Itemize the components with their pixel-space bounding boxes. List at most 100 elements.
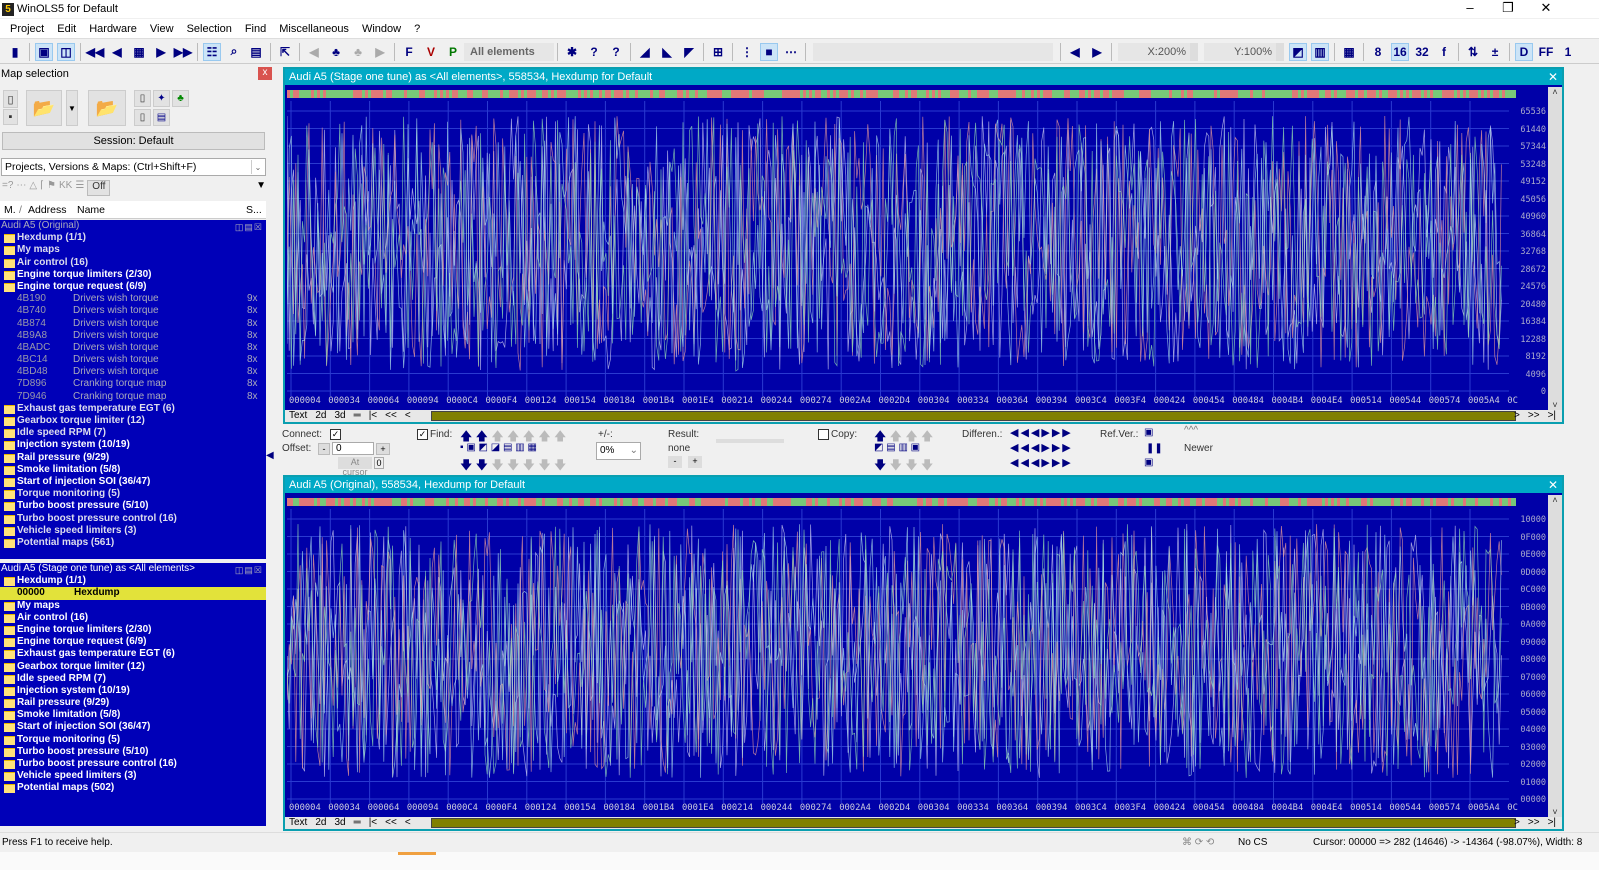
tree-folder[interactable]: Turbo boost pressure (5/10) (0, 746, 266, 758)
offset-minus-button[interactable]: - (318, 443, 330, 455)
tree-item[interactable]: 7D896 Cranking torque map 8x (0, 378, 266, 390)
view-tab[interactable]: ═ (354, 817, 361, 828)
car-icon[interactable]: ♣ (172, 90, 189, 107)
filter-off-button[interactable]: Off (87, 180, 111, 196)
ref-version-2-icon[interactable]: ▣ (1144, 457, 1153, 468)
tree-folder[interactable]: Vehicle speed limiters (3) (0, 525, 266, 537)
tree-folder[interactable]: Torque monitoring (5) (0, 488, 266, 500)
offset-input[interactable]: 0 (332, 442, 374, 455)
view-tab[interactable]: 3d (334, 410, 345, 421)
ref-version-icon[interactable]: ▣ (1144, 427, 1153, 438)
view-tab[interactable]: < (405, 410, 411, 421)
hexdump-plot[interactable] (286, 509, 1509, 803)
tree-folder[interactable]: Start of injection SOI (36/47) (0, 721, 266, 733)
tree-folder[interactable]: My maps (0, 600, 266, 612)
table-icon[interactable]: ▦ (1340, 43, 1358, 61)
tool-b-icon[interactable]: ◣ (658, 43, 676, 61)
tree-folder[interactable]: Engine torque limiters (2/30) (0, 269, 266, 281)
p-icon[interactable]: P (444, 43, 462, 61)
view-2d-icon[interactable]: ◩ (1289, 42, 1307, 61)
copy-down-icons[interactable]: 🡇 🡇 🡇 🡇 (874, 456, 933, 477)
filter-kk-icon[interactable]: KK (59, 180, 72, 196)
wizard-icon[interactable]: ✱ (563, 43, 581, 61)
filter-lines-icon[interactable]: ☰ (75, 180, 84, 196)
pause-icon[interactable]: ❚❚ (1146, 443, 1163, 454)
tree-item-selected[interactable]: 00000 Hexdump (0, 587, 266, 600)
tree-folder[interactable]: Hexdump (1/1) (0, 575, 266, 587)
tree-folder[interactable]: Engine torque limiters (2/30) (0, 624, 266, 636)
col-name[interactable]: Name (77, 201, 105, 219)
nav-button[interactable]: > (1514, 817, 1520, 828)
view-tab[interactable]: 2d (315, 410, 326, 421)
filter-triangle-icon[interactable]: △ (29, 180, 37, 196)
decimal-icon[interactable]: D (1515, 42, 1533, 61)
menu-project[interactable]: Project (10, 23, 44, 35)
tree-item[interactable]: 4BADC Drivers wish torque 8x (0, 342, 266, 354)
car-gray-icon[interactable]: ♣ (349, 43, 367, 61)
left-icon[interactable]: ◀ (1066, 43, 1084, 61)
last-icon[interactable]: ▶▶ (174, 43, 192, 61)
filter-dropdown-icon[interactable]: ▼ (256, 180, 266, 196)
horizontal-scrollbar[interactable] (431, 411, 1516, 421)
step-icon[interactable]: ⋯ (782, 43, 800, 61)
menu-selection[interactable]: Selection (187, 23, 232, 35)
x-zoom-spinner[interactable]: X:200% (1118, 42, 1198, 61)
filter-flag-icon[interactable]: ⚑ (47, 180, 56, 196)
connect-checkbox[interactable]: ✓ (330, 429, 341, 440)
view-tab[interactable]: << (385, 817, 397, 828)
import-icon[interactable]: ⊞ (709, 43, 727, 61)
tree-item[interactable]: 4BC14 Drivers wish torque 8x (0, 354, 266, 366)
tree-folder[interactable]: Gearbox torque limiter (12) (0, 661, 266, 673)
color-icon[interactable]: ■ (760, 42, 778, 61)
f-icon[interactable]: F (400, 43, 418, 61)
wizard-icon[interactable]: ✦ (153, 90, 170, 107)
open-version-icon[interactable]: 📂 (88, 90, 126, 126)
view-tab[interactable]: << (385, 410, 397, 421)
lohi-icon[interactable]: ⇅ (1464, 43, 1482, 61)
tool-c-icon[interactable]: ◤ (680, 43, 698, 61)
car-icon[interactable]: ♣ (327, 43, 345, 61)
panel-close-button[interactable]: x (258, 67, 272, 80)
open-project-icon[interactable]: 📂 (26, 90, 62, 126)
tree-original[interactable]: Audi A5 (Original) ◫▤☒ Hexdump (1/1) My ma… (0, 220, 266, 559)
nav-button[interactable]: >> (1528, 410, 1540, 421)
result-slider[interactable] (716, 439, 784, 443)
tree-item[interactable]: 4B874 Drivers wish torque 8x (0, 318, 266, 330)
context-help-icon[interactable]: ? (607, 43, 625, 61)
tree-folder[interactable]: Potential maps (502) (0, 782, 266, 794)
find-checkbox[interactable]: ✓ (417, 429, 428, 440)
tree-folder[interactable]: Injection system (10/19) (0, 439, 266, 451)
search-icon[interactable]: ⌕ (225, 43, 243, 61)
v-icon[interactable]: V (422, 43, 440, 61)
splitter[interactable] (266, 220, 272, 820)
menu-edit[interactable]: Edit (57, 23, 76, 35)
menu-help[interactable]: ? (414, 23, 420, 35)
filter-input[interactable]: Projects, Versions & Maps: (Ctrl+Shift+F… (1, 158, 266, 176)
view-tab[interactable]: Text (289, 410, 307, 421)
slider-area[interactable] (813, 42, 1053, 61)
next-icon[interactable]: ▶ (152, 43, 170, 61)
tree-folder[interactable]: My maps (0, 244, 266, 256)
tree-folder[interactable]: Exhaust gas temperature EGT (6) (0, 403, 266, 415)
list-icon[interactable]: ☷ (203, 42, 221, 61)
columns-icon[interactable]: ⋮ (738, 43, 756, 61)
collapse-arrow-icon[interactable]: ◀ (266, 450, 274, 461)
close-icon[interactable]: ✕ (1548, 69, 1558, 85)
tree-folder[interactable]: Turbo boost pressure control (16) (0, 758, 266, 770)
tree-folder[interactable]: Rail pressure (9/29) (0, 452, 266, 464)
tree-item[interactable]: 4BD48 Drivers wish torque 8x (0, 366, 266, 378)
tool-a-icon[interactable]: ◢ (636, 43, 654, 61)
view-tab[interactable]: 3d (334, 817, 345, 828)
view-bars-icon[interactable]: ▥ (1311, 42, 1329, 61)
tree-folder[interactable]: Gearbox torque limiter (12) (0, 415, 266, 427)
y-zoom-spinner[interactable]: Y:100% (1204, 42, 1284, 61)
checksum-icon[interactable]: ▤ (247, 43, 265, 61)
sign-icon[interactable]: ± (1486, 43, 1504, 61)
tree-item[interactable]: 7D946 Cranking torque map 8x (0, 391, 266, 403)
col-size[interactable]: S... (246, 201, 262, 219)
tree-folder[interactable]: Injection system (10/19) (0, 685, 266, 697)
minimize-button[interactable]: – (1452, 0, 1488, 18)
hardware-icon[interactable]: ▮ (6, 43, 24, 61)
tree-folder[interactable]: Air control (16) (0, 257, 266, 269)
float-icon[interactable]: f (1435, 43, 1453, 61)
